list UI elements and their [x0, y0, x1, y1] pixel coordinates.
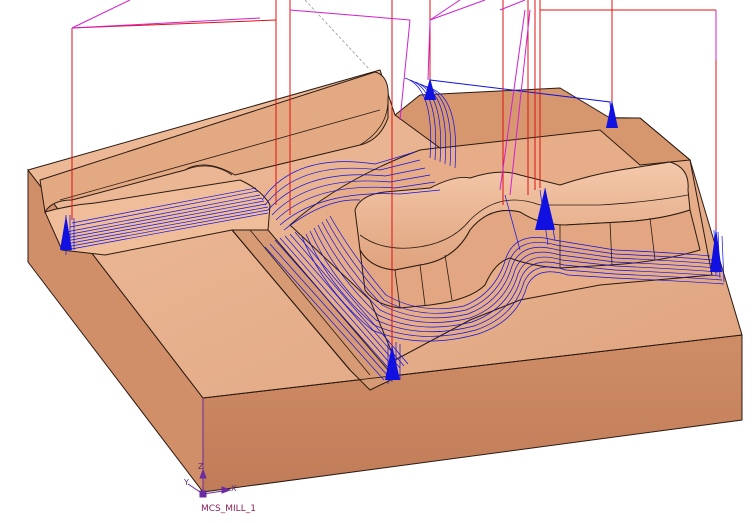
- mcs-axis-y: Y: [184, 478, 189, 487]
- workpiece[interactable]: [27, 69, 743, 494]
- avoidance-move: [304, 0, 371, 71]
- mcs-axis-z: Z: [198, 462, 204, 471]
- graphics-viewport[interactable]: Z X Y MCS_MILL_1: [0, 0, 752, 523]
- mcs-axis-x: X: [231, 484, 237, 493]
- mcs-label: MCS_MILL_1: [201, 504, 256, 514]
- cad-scene[interactable]: [0, 0, 752, 523]
